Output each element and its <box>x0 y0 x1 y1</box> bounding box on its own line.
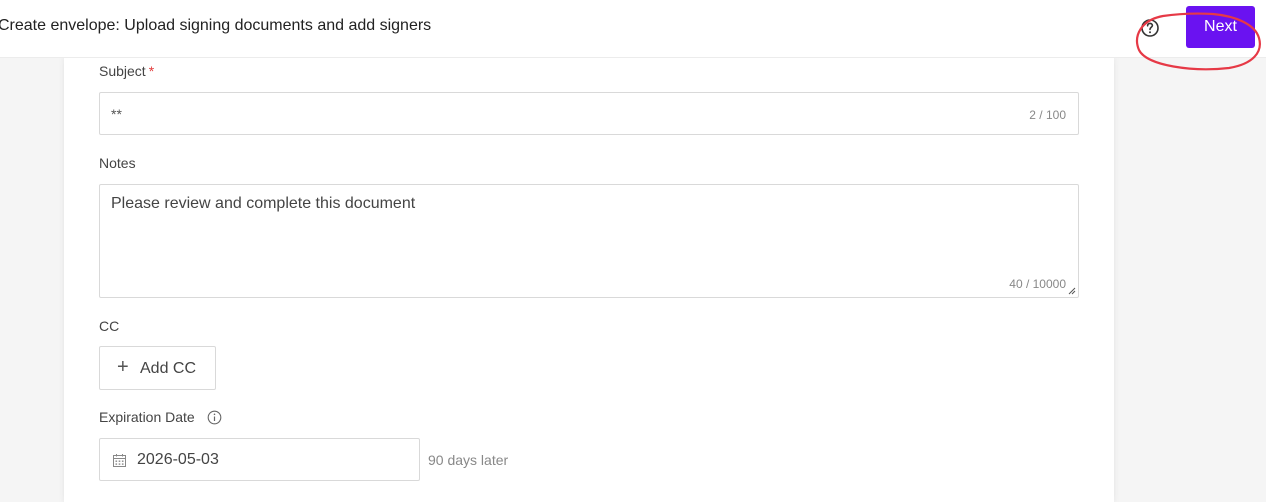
cc-label: CC <box>99 318 120 334</box>
top-bar: Create envelope: Upload signing document… <box>0 0 1266 58</box>
plus-icon: + <box>117 356 129 378</box>
notes-textarea[interactable]: Please review and complete this document… <box>99 184 1079 298</box>
add-cc-button[interactable]: + Add CC <box>99 346 216 390</box>
notes-value: Please review and complete this document <box>111 195 416 212</box>
calendar-icon <box>113 454 126 467</box>
subject-label: Subject * <box>99 63 155 79</box>
expiration-date-picker[interactable]: 2026-05-03 <box>99 438 420 481</box>
expiration-date-value: 2026-05-03 <box>137 451 219 468</box>
required-mark: * <box>148 63 155 79</box>
notes-label: Notes <box>99 155 136 171</box>
subject-input[interactable]: ** 2 / 100 <box>99 92 1079 135</box>
subject-value: ** <box>111 106 122 122</box>
notes-char-counter: 40 / 10000 <box>1009 277 1066 291</box>
info-circle-icon[interactable] <box>207 410 222 425</box>
expiration-label: Expiration Date <box>99 409 195 425</box>
annotation-circle <box>1136 12 1261 71</box>
page-title: Create envelope: Upload signing document… <box>0 17 432 34</box>
expiration-hint: 90 days later <box>428 452 509 468</box>
resize-handle-icon[interactable] <box>1068 287 1076 295</box>
add-cc-label: Add CC <box>140 360 197 377</box>
subject-char-counter: 2 / 100 <box>1029 108 1066 122</box>
